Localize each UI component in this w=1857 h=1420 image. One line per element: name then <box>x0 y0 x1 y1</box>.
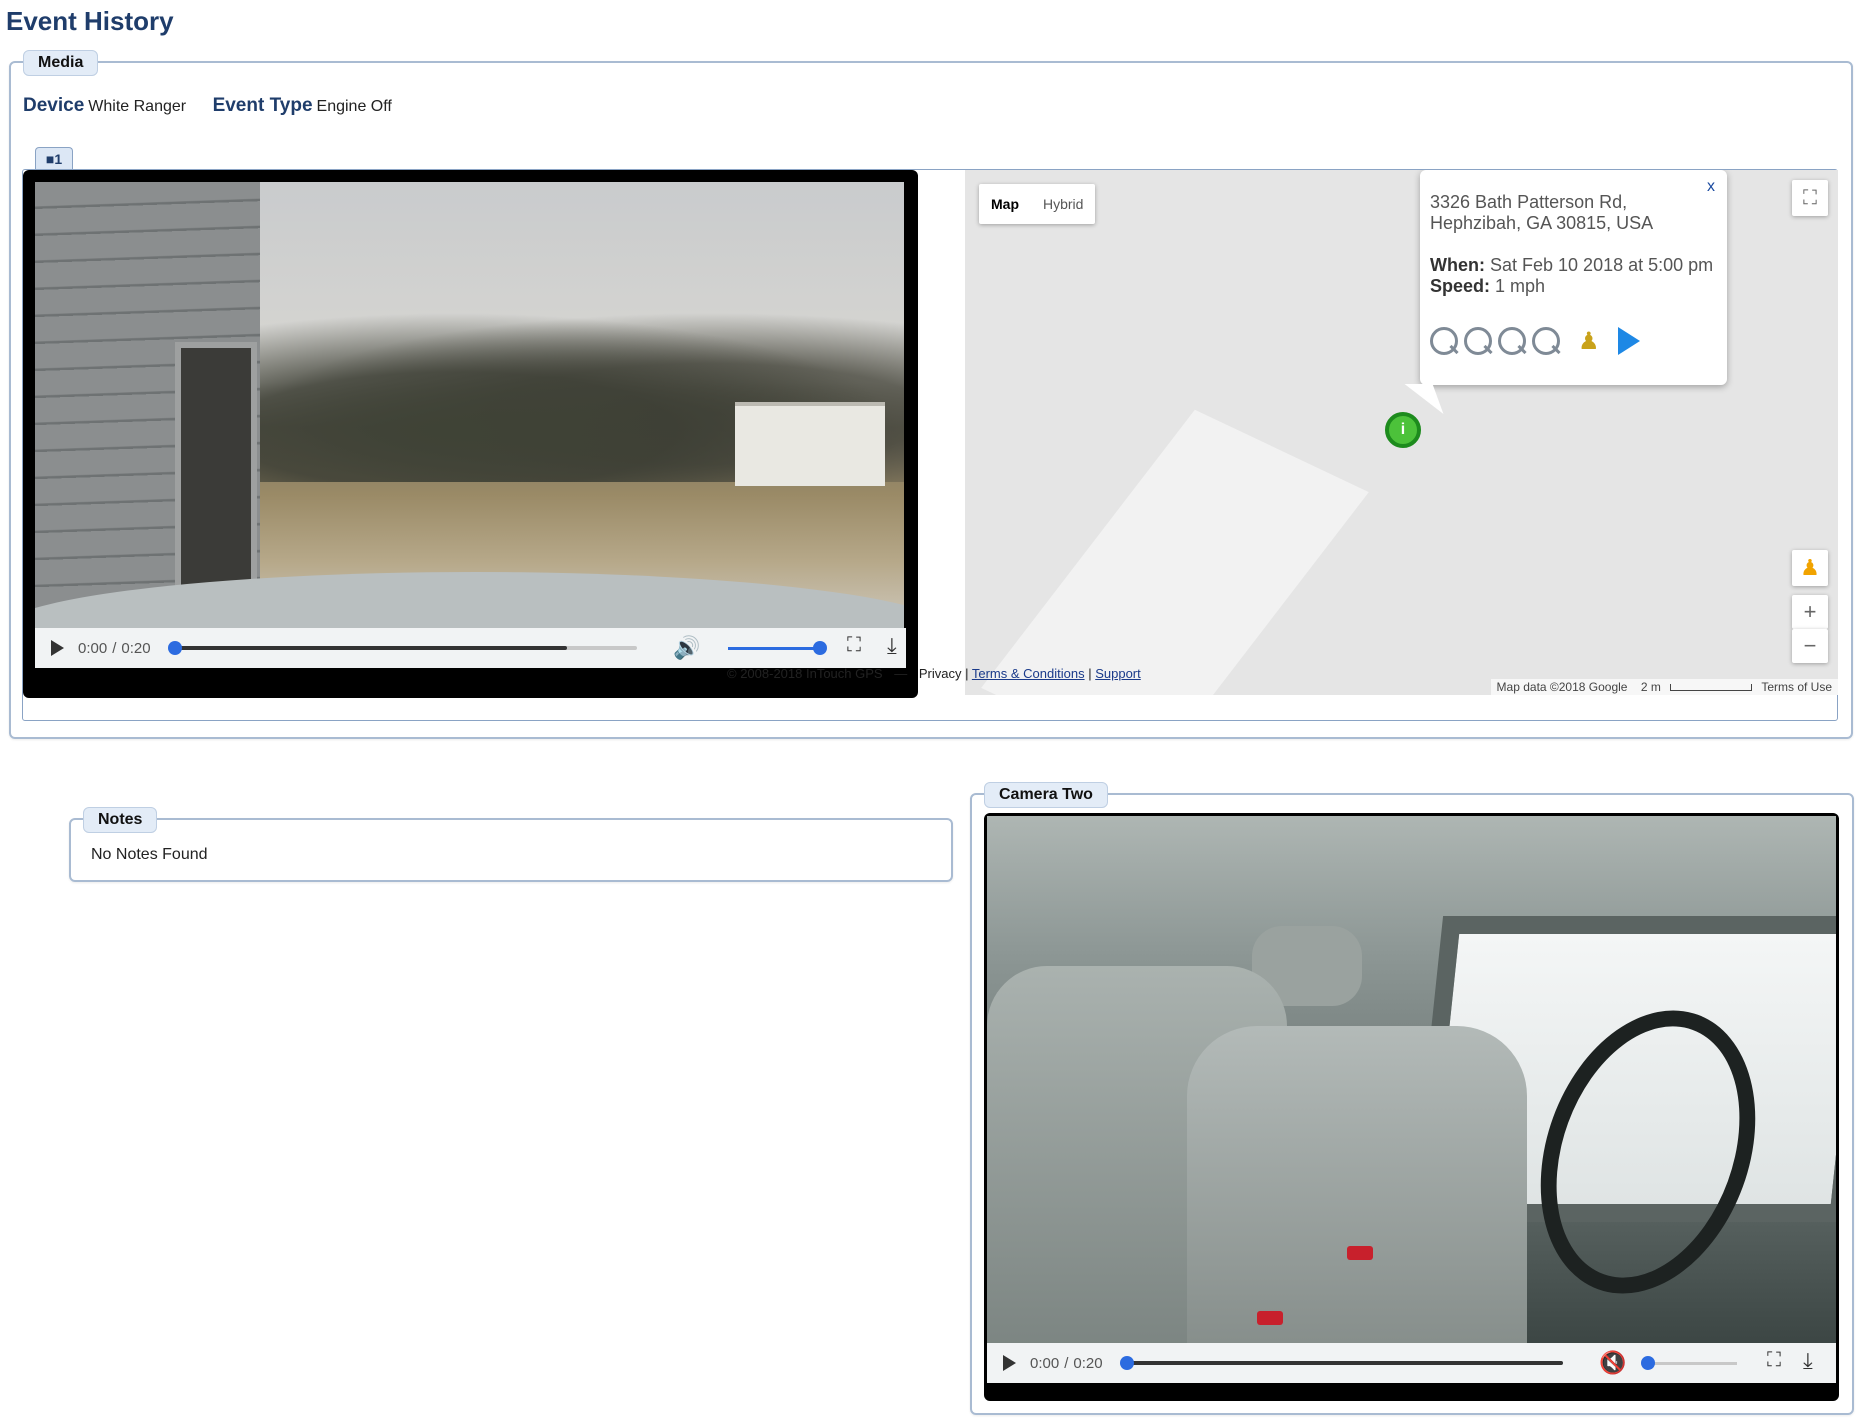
seek-bar[interactable] <box>168 641 637 655</box>
tab-camera-1[interactable]: ■1 <box>35 147 73 170</box>
map-type-map-button[interactable]: Map <box>979 184 1031 224</box>
map-type-hybrid-button[interactable]: Hybrid <box>1031 184 1095 224</box>
footer-sep-2: | <box>1088 666 1092 681</box>
cabin-camera-video[interactable]: 0:00 / 0:20 🔇 ⛶ ⤓ <box>984 813 1839 1401</box>
event-map[interactable]: Map Hybrid x 3326 Bath Patterson Rd, Hep… <box>965 170 1838 695</box>
front-camera-frame <box>35 182 904 628</box>
map-terms-link[interactable]: Terms of Use <box>1761 680 1832 694</box>
media-legend: Media <box>23 50 99 76</box>
footer-support-link[interactable]: Support <box>1095 666 1141 681</box>
video-controls: 0:00 / 0:20 🔊 ⛶ ⤓ <box>35 628 906 668</box>
map-road-shape <box>981 409 1369 695</box>
camera-two-legend: Camera Two <box>984 782 1108 808</box>
info-when-value: Sat Feb 10 2018 at 5:00 pm <box>1490 255 1714 275</box>
site-footer: © 2008-2018 InTouch GPS — Privacy | Term… <box>727 666 1187 688</box>
vehicle-marker-icon[interactable]: i <box>1385 412 1421 448</box>
page-title: Event History <box>6 6 174 36</box>
info-speed-value: 1 mph <box>1495 276 1546 296</box>
cabin-buffered-range <box>1123 1361 1563 1365</box>
cabin-fullscreen-icon[interactable]: ⛶ <box>1767 1349 1781 1372</box>
volume-icon[interactable]: 🔊 <box>673 635 700 661</box>
cabin-time-separator: / <box>1064 1354 1069 1372</box>
zoom-in-icon[interactable] <box>1464 327 1492 355</box>
download-icon[interactable]: ⤓ <box>887 633 897 659</box>
buffered-range <box>171 646 568 650</box>
map-scale-bar <box>1670 684 1753 691</box>
map-data-text: Map data ©2018 Google <box>1496 680 1628 694</box>
map-attribution: Map data ©2018 Google 2 m Terms of Use <box>1490 679 1838 695</box>
camera-tab-label: 1 <box>54 151 63 167</box>
time-separator: / <box>112 639 117 657</box>
map-zoom-in-button[interactable]: + <box>1792 595 1828 629</box>
camera-two-panel: Camera Two 0:00 / 0:20 🔇 ⛶ ⤓ <box>970 782 1854 1415</box>
footer-copyright: © 2008-2018 InTouch GPS <box>727 666 883 681</box>
map-fullscreen-icon[interactable]: ⛶ <box>1792 180 1828 216</box>
cabin-seek-bar[interactable] <box>1120 1356 1563 1370</box>
notes-legend: Notes <box>83 807 158 833</box>
cabin-camera-frame <box>987 816 1836 1343</box>
cabin-volume-thumb[interactable] <box>1641 1356 1655 1370</box>
zoom-out-icon[interactable] <box>1498 327 1526 355</box>
info-when-label: When: <box>1430 255 1485 275</box>
street-view-icon[interactable]: ♟ <box>1578 329 1600 353</box>
cabin-time-total: 0:20 <box>1073 1354 1103 1372</box>
device-label: Device <box>23 95 85 116</box>
footer-privacy: Privacy <box>918 666 962 681</box>
cabin-video-controls: 0:00 / 0:20 🔇 ⛶ ⤓ <box>987 1343 1836 1383</box>
cabin-play-icon[interactable] <box>1003 1355 1016 1371</box>
volume-thumb[interactable] <box>813 641 827 655</box>
footer-sep-1: | <box>965 666 969 681</box>
play-route-icon[interactable] <box>1617 327 1640 355</box>
media-panel: Media Device White Ranger Event Type Engin… <box>9 50 1853 739</box>
info-close-button[interactable]: x <box>1707 176 1715 197</box>
front-camera-video[interactable]: 0:00 / 0:20 🔊 ⛶ ⤓ <box>23 170 918 698</box>
notes-panel: Notes No Notes Found <box>69 807 953 882</box>
map-scale: 2 m <box>1640 680 1661 694</box>
map-zoom-out-button[interactable]: − <box>1792 629 1828 663</box>
cabin-seek-thumb[interactable] <box>1120 1356 1134 1370</box>
camera-tab-body: 0:00 / 0:20 🔊 ⛶ ⤓ Map Hybrid x 3326 Bath… <box>22 169 1838 721</box>
cabin-volume-slider[interactable] <box>1647 1362 1737 1365</box>
info-address: 3326 Bath Patterson Rd, Hephzibah, GA 30… <box>1430 192 1654 233</box>
pegman-icon[interactable]: ♟ <box>1792 550 1828 586</box>
event-type-value: Engine Off <box>316 98 392 115</box>
device-value: White Ranger <box>88 98 187 115</box>
time-current: 0:00 <box>78 639 108 657</box>
event-type-label: Event Type <box>212 95 313 116</box>
zoom-street-icon[interactable] <box>1430 327 1458 355</box>
footer-dash: — <box>894 666 908 681</box>
device-info: Device White Ranger Event Type Engine Off <box>23 95 392 117</box>
info-speed-label: Speed: <box>1430 276 1491 296</box>
notes-empty-text: No Notes Found <box>91 846 208 863</box>
seek-thumb[interactable] <box>168 641 182 655</box>
volume-slider[interactable] <box>728 647 818 650</box>
play-icon[interactable] <box>51 640 64 656</box>
footer-terms-link[interactable]: Terms & Conditions <box>972 666 1085 681</box>
fullscreen-icon[interactable]: ⛶ <box>847 634 861 657</box>
cabin-download-icon[interactable]: ⤓ <box>1803 1348 1813 1374</box>
map-type-control: Map Hybrid <box>979 184 1096 224</box>
muted-volume-icon[interactable]: 🔇 <box>1599 1350 1626 1376</box>
cabin-time-current: 0:00 <box>1030 1354 1060 1372</box>
zoom-fit-icon[interactable] <box>1532 327 1560 355</box>
info-window-tail <box>1404 384 1444 414</box>
time-total: 0:20 <box>121 639 151 657</box>
info-window: x 3326 Bath Patterson Rd, Hephzibah, GA … <box>1420 170 1727 385</box>
